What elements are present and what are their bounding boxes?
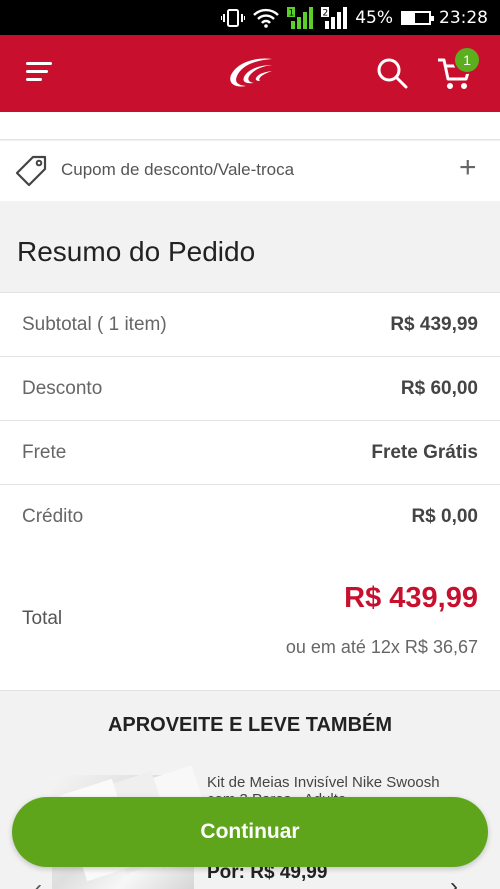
continue-button[interactable]: Continuar — [12, 797, 488, 867]
chevron-right-icon[interactable]: › — [450, 873, 458, 889]
status-bar: 1 2 45% 23:28 — [0, 0, 500, 35]
svg-text:2: 2 — [323, 8, 329, 18]
top-divider — [0, 112, 500, 140]
total-value: R$ 439,99 — [344, 582, 478, 614]
app-header: 1 — [0, 35, 500, 112]
total-row: Total R$ 439,99 ou em até 12x R$ 36,67 — [0, 548, 500, 691]
row-label: Desconto — [22, 377, 103, 399]
battery-icon — [401, 10, 434, 25]
total-label: Total — [22, 608, 63, 629]
signal-sim2-icon: 2 — [321, 6, 348, 29]
row-label: Subtotal ( 1 item) — [22, 313, 167, 335]
tag-icon — [15, 155, 47, 187]
row-label: Crédito — [22, 505, 84, 527]
brand-logo[interactable] — [228, 55, 274, 91]
discount-row: Desconto R$ 60,00 — [0, 357, 500, 421]
coupon-label: Cupom de desconto/Vale-troca — [61, 160, 295, 179]
plus-icon[interactable]: + — [459, 153, 477, 183]
wifi-icon — [253, 8, 280, 28]
battery-percent: 45% — [355, 7, 393, 28]
row-value: Frete Grátis — [371, 441, 478, 463]
chevron-left-icon[interactable]: ‹ — [34, 875, 42, 889]
row-value: R$ 60,00 — [400, 377, 478, 399]
row-value: R$ 439,99 — [390, 313, 478, 335]
row-value: R$ 0,00 — [411, 505, 478, 527]
search-icon[interactable] — [376, 57, 408, 89]
vibrate-icon — [221, 8, 246, 28]
installments-text: ou em até 12x R$ 36,67 — [285, 637, 478, 657]
svg-text:1: 1 — [289, 8, 295, 18]
signal-sim1-icon: 1 — [287, 6, 314, 29]
clock: 23:28 — [439, 7, 488, 28]
menu-button[interactable] — [26, 62, 52, 84]
cart-count-badge: 1 — [453, 46, 481, 74]
summary-table: Subtotal ( 1 item) R$ 439,99 Desconto R$… — [0, 292, 500, 549]
page-title: Resumo do Pedido — [17, 236, 256, 267]
credit-row: Crédito R$ 0,00 — [0, 485, 500, 549]
shipping-row: Frete Frete Grátis — [0, 421, 500, 485]
row-label: Frete — [22, 441, 67, 463]
recommendations-title: APROVEITE E LEVE TAMBÉM — [107, 714, 393, 736]
coupon-row[interactable]: Cupom de desconto/Vale-troca + — [0, 141, 500, 201]
menu-icon — [26, 62, 52, 65]
subtotal-row: Subtotal ( 1 item) R$ 439,99 — [0, 293, 500, 357]
